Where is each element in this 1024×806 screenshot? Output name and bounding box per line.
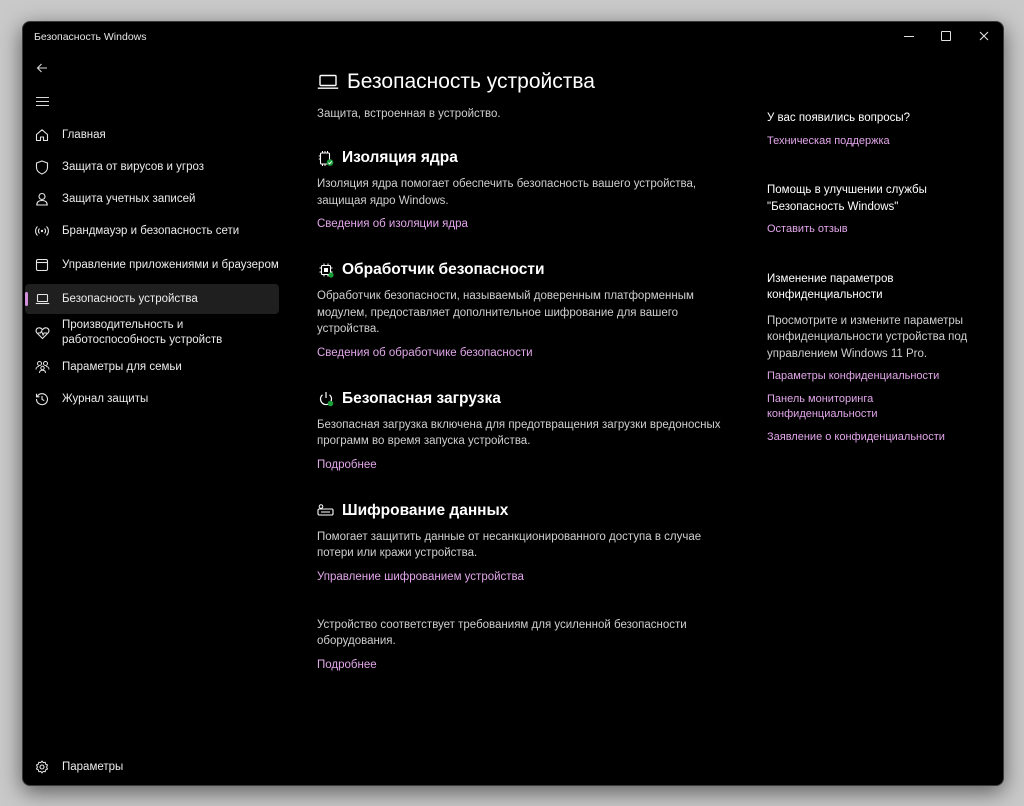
title-bar: Безопасность Windows xyxy=(23,22,1003,50)
improve-heading: Помощь в улучшении службы "Безопасность … xyxy=(767,184,927,213)
sidebar-item-device-performance[interactable]: Производительность и работоспособность у… xyxy=(25,316,279,350)
hardware-learn-more-link[interactable]: Подробнее xyxy=(317,659,377,671)
core-isolation-details-link[interactable]: Сведения об изоляции ядра xyxy=(317,218,468,230)
home-icon xyxy=(34,127,50,143)
hardware-security-note: Устройство соответствует требованиям для… xyxy=(317,618,687,648)
core-isolation-section: Изоляция ядра Изоляция ядра помогает обе… xyxy=(317,148,737,232)
section-description: Помогает защитить данные от несанкционир… xyxy=(317,530,702,560)
section-title: Обработчик безопасности xyxy=(342,261,545,278)
chip-icon xyxy=(317,261,335,279)
page-subtitle: Защита, встроенная в устройство. xyxy=(317,108,501,120)
sidebar-item-label: Журнал защиты xyxy=(62,392,149,405)
section-description: Изоляция ядра помогает обеспечить безопа… xyxy=(317,178,697,207)
key-icon xyxy=(317,502,335,520)
questions-heading: У вас появились вопросы? xyxy=(767,112,911,124)
family-icon xyxy=(34,359,50,375)
sidebar-item-firewall[interactable]: Брандмауэр и безопасность сети xyxy=(25,216,279,246)
minimize-button[interactable] xyxy=(889,25,929,47)
window-title: Безопасность Windows xyxy=(34,31,147,43)
sidebar-item-label: Управление приложениями и браузером xyxy=(62,258,279,271)
privacy-settings-link[interactable]: Параметры конфиденциальности xyxy=(767,369,977,385)
app-browser-icon xyxy=(34,257,50,273)
sidebar-item-account-protection[interactable]: Защита учетных записей xyxy=(25,184,279,214)
sidebar: Главная Защита от вирусов и угроз Защита… xyxy=(23,120,281,416)
sidebar-item-device-security[interactable]: Безопасность устройства xyxy=(25,284,279,314)
secure-boot-learn-more-link[interactable]: Подробнее xyxy=(317,459,377,471)
sidebar-item-label: Производительность и работоспособность у… xyxy=(62,319,223,346)
laptop-icon xyxy=(34,291,50,307)
close-button[interactable] xyxy=(964,25,1003,47)
sidebar-item-home[interactable]: Главная xyxy=(25,120,279,150)
privacy-text: Просмотрите и измените параметры конфиде… xyxy=(767,314,968,360)
feedback-link[interactable]: Оставить отзыв xyxy=(767,222,977,238)
power-icon xyxy=(317,390,335,408)
settings-label: Параметры xyxy=(62,760,124,773)
section-title: Шифрование данных xyxy=(342,501,509,519)
maximize-button[interactable] xyxy=(926,25,966,47)
section-title: Безопасная загрузка xyxy=(342,389,501,407)
right-panel: У вас появились вопросы? Техническая под… xyxy=(767,110,977,445)
app-window: Безопасность Windows Главная Защита от в… xyxy=(22,21,1004,786)
person-icon xyxy=(34,191,50,207)
sidebar-item-settings[interactable]: Параметры xyxy=(25,753,279,781)
menu-button[interactable] xyxy=(31,90,53,112)
back-button[interactable] xyxy=(31,57,53,79)
security-processor-details-link[interactable]: Сведения об обработчике безопасности xyxy=(317,347,533,359)
sidebar-item-app-browser-control[interactable]: Управление приложениями и браузером xyxy=(25,248,279,282)
gear-icon xyxy=(34,759,50,775)
privacy-dashboard-link[interactable]: Панель мониторинга конфиденциальности xyxy=(767,392,977,423)
sidebar-item-virus-protection[interactable]: Защита от вирусов и угроз xyxy=(25,152,279,182)
data-encryption-section: Шифрование данных Помогает защитить данн… xyxy=(317,501,737,585)
minimize-icon xyxy=(904,35,914,37)
privacy-statement-link[interactable]: Заявление о конфиденциальности xyxy=(767,430,977,446)
sidebar-item-label: Безопасность устройства xyxy=(62,292,198,305)
sidebar-item-label: Параметры для семьи xyxy=(62,360,182,373)
close-icon xyxy=(979,31,989,41)
sidebar-item-family-options[interactable]: Параметры для семьи xyxy=(25,352,279,382)
history-icon xyxy=(34,391,50,407)
heart-pulse-icon xyxy=(34,325,50,341)
wifi-icon xyxy=(34,223,50,239)
sidebar-item-protection-history[interactable]: Журнал защиты xyxy=(25,384,279,414)
page-header: Безопасность устройства xyxy=(317,67,737,97)
hamburger-icon xyxy=(35,96,49,106)
section-description: Безопасная загрузка включена для предотв… xyxy=(317,418,721,448)
section-description: Обработчик безопасности, называемый дове… xyxy=(317,290,694,335)
sidebar-item-label: Брандмауэр и безопасность сети xyxy=(62,224,240,237)
sidebar-item-label: Защита учетных записей xyxy=(62,192,196,205)
shield-icon xyxy=(34,159,50,175)
secure-boot-section: Безопасная загрузка Безопасная загрузка … xyxy=(317,389,737,473)
sidebar-item-label: Главная xyxy=(62,128,106,141)
core-isolation-icon xyxy=(317,149,335,167)
laptop-icon xyxy=(317,73,339,91)
support-link[interactable]: Техническая поддержка xyxy=(767,134,977,150)
main-content: Безопасность устройства Защита, встроенн… xyxy=(317,67,737,673)
security-processor-section: Обработчик безопасности Обработчик безоп… xyxy=(317,260,737,361)
sidebar-item-label: Защита от вирусов и угроз xyxy=(62,160,205,173)
back-arrow-icon xyxy=(36,63,47,73)
manage-encryption-link[interactable]: Управление шифрованием устройства xyxy=(317,571,524,583)
page-title: Безопасность устройства xyxy=(347,70,595,93)
privacy-heading: Изменение параметров конфиденциальности xyxy=(767,272,894,302)
maximize-icon xyxy=(941,31,951,41)
section-title: Изоляция ядра xyxy=(342,149,458,166)
